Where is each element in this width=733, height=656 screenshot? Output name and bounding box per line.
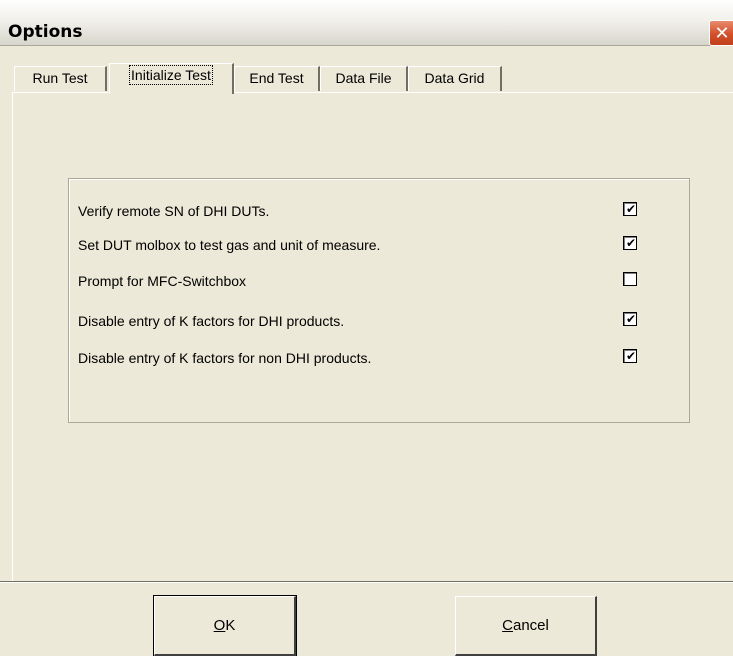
cancel-mnemonic: C — [502, 617, 513, 634]
cancel-button[interactable]: Cancel — [455, 596, 597, 656]
check-icon: ✔ — [626, 349, 637, 363]
tab-initialize-test[interactable]: Initialize Test — [109, 63, 234, 94]
set-dut-molbox-checkbox[interactable]: ✔ — [623, 236, 637, 250]
disable-k-dhi-checkbox[interactable]: ✔ — [623, 312, 637, 326]
check-icon: ✔ — [626, 236, 637, 250]
option-disable-k-non-dhi: Disable entry of K factors for non DHI p… — [78, 348, 658, 370]
ok-label-rest: K — [225, 617, 236, 634]
option-label: Verify remote SN of DHI DUTs. — [78, 203, 270, 219]
ok-mnemonic: O — [213, 617, 226, 634]
prompt-mfc-switchbox-checkbox[interactable] — [623, 272, 637, 286]
bottom-separator — [0, 581, 733, 583]
option-verify-remote-sn: Verify remote SN of DHI DUTs. ✔ — [78, 201, 658, 223]
window-title: Options — [8, 22, 83, 42]
verify-remote-sn-checkbox[interactable]: ✔ — [623, 202, 637, 216]
disable-k-non-dhi-checkbox[interactable]: ✔ — [623, 349, 637, 363]
option-label: Prompt for MFC-Switchbox — [78, 273, 247, 289]
tab-data-file[interactable]: Data File — [320, 66, 408, 91]
option-label: Set DUT molbox to test gas and unit of m… — [78, 237, 381, 253]
ok-button[interactable]: OK — [153, 595, 297, 656]
title-bar[interactable]: Options ✕ — [0, 0, 733, 46]
cancel-label-rest: ancel — [512, 617, 549, 634]
option-label: Disable entry of K factors for DHI produ… — [78, 313, 345, 329]
option-prompt-mfc-switchbox: Prompt for MFC-Switchbox — [78, 271, 658, 293]
close-button[interactable]: ✕ — [709, 20, 733, 46]
tab-data-grid[interactable]: Data Grid — [408, 66, 502, 91]
tab-end-test[interactable]: End Test — [234, 66, 320, 91]
close-icon: ✕ — [714, 22, 730, 44]
check-icon: ✔ — [626, 202, 637, 216]
check-icon: ✔ — [626, 312, 637, 326]
option-set-dut-molbox: Set DUT molbox to test gas and unit of m… — [78, 235, 658, 257]
option-label: Disable entry of K factors for non DHI p… — [78, 350, 372, 366]
option-disable-k-dhi: Disable entry of K factors for DHI produ… — [78, 311, 658, 333]
tab-run-test[interactable]: Run Test — [14, 66, 107, 91]
